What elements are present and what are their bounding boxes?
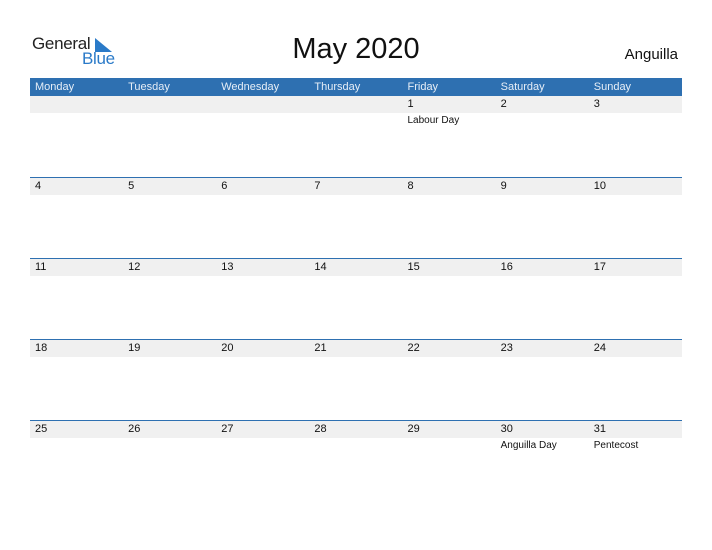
day-number: 3 xyxy=(593,98,600,110)
day-number: 14 xyxy=(314,261,327,273)
day-cell: 27 xyxy=(216,420,309,501)
holiday-label: Pentecost xyxy=(593,440,639,451)
week-cells: 4 5 6 7 8 9 10 xyxy=(30,177,682,258)
weekday-friday: Friday xyxy=(407,81,439,93)
day-cell: 10 xyxy=(589,177,682,258)
country-label: Anguilla xyxy=(624,46,678,63)
day-cell: 8 xyxy=(403,177,496,258)
week-cells: 11 12 13 14 15 16 17 xyxy=(30,258,682,339)
day-cell: 1 Labour Day xyxy=(403,96,496,177)
day-number: 9 xyxy=(500,180,507,192)
day-number: 17 xyxy=(593,261,606,273)
week-row: 11 12 13 14 15 16 17 xyxy=(30,258,682,339)
day-cell: 17 xyxy=(589,258,682,339)
day-number: 20 xyxy=(221,342,234,354)
day-number: 30 xyxy=(500,423,513,435)
day-cell: 22 xyxy=(403,339,496,420)
day-cell: 24 xyxy=(589,339,682,420)
day-cell: 7 xyxy=(309,177,402,258)
day-cell: 26 xyxy=(123,420,216,501)
weekday-sunday: Sunday xyxy=(593,81,632,93)
day-number: 24 xyxy=(593,342,606,354)
day-number: 13 xyxy=(221,261,234,273)
day-number: 2 xyxy=(500,98,507,110)
day-cell: 2 xyxy=(496,96,589,177)
day-number: 18 xyxy=(35,342,48,354)
day-number: 15 xyxy=(407,261,420,273)
day-number: 29 xyxy=(407,423,420,435)
day-cell: 14 xyxy=(309,258,402,339)
weekday-header: Monday Tuesday Wednesday Thursday Friday… xyxy=(30,78,682,96)
day-number: 12 xyxy=(128,261,141,273)
day-cell: 18 xyxy=(30,339,123,420)
day-cell: 29 xyxy=(403,420,496,501)
day-number: 11 xyxy=(35,261,47,273)
day-cell: 4 xyxy=(30,177,123,258)
week-row: 18 19 20 21 22 23 24 xyxy=(30,339,682,420)
holiday-label: Anguilla Day xyxy=(500,440,557,451)
day-cell xyxy=(123,96,216,177)
weekday-tuesday: Tuesday xyxy=(128,81,170,93)
day-cell: 11 xyxy=(30,258,123,339)
day-cell: 12 xyxy=(123,258,216,339)
day-cell: 20 xyxy=(216,339,309,420)
day-number: 28 xyxy=(314,423,327,435)
day-number: 27 xyxy=(221,423,234,435)
week-row: 4 5 6 7 8 9 10 xyxy=(30,177,682,258)
day-cell: 19 xyxy=(123,339,216,420)
day-number: 26 xyxy=(128,423,141,435)
day-number: 31 xyxy=(593,423,606,435)
weekday-saturday: Saturday xyxy=(500,81,545,93)
day-cell xyxy=(216,96,309,177)
holiday-label: Labour Day xyxy=(407,115,460,126)
week-row: 25 26 27 28 29 30 Anguilla Day 31 Pentecost xyxy=(30,420,682,501)
weekday-thursday: Thursday xyxy=(314,81,361,93)
day-cell: 13 xyxy=(216,258,309,339)
day-number: 5 xyxy=(128,180,135,192)
day-cell: 25 xyxy=(30,420,123,501)
day-number: 10 xyxy=(593,180,606,192)
week-cells: 1 Labour Day 2 3 xyxy=(30,96,682,177)
page-title: May 2020 xyxy=(292,33,420,65)
day-cell xyxy=(30,96,123,177)
day-number: 1 xyxy=(407,98,414,110)
weekday-monday: Monday xyxy=(35,81,75,93)
day-number: 23 xyxy=(500,342,513,354)
day-cell: 15 xyxy=(403,258,496,339)
weekday-wednesday: Wednesday xyxy=(221,81,280,93)
day-number: 6 xyxy=(221,180,228,192)
day-cell: 31 Pentecost xyxy=(589,420,682,501)
day-cell xyxy=(309,96,402,177)
day-cell: 9 xyxy=(496,177,589,258)
day-number: 21 xyxy=(314,342,327,354)
week-cells: 18 19 20 21 22 23 24 xyxy=(30,339,682,420)
day-cell: 28 xyxy=(309,420,402,501)
week-row: 1 Labour Day 2 3 xyxy=(30,96,682,177)
day-number: 19 xyxy=(128,342,141,354)
day-cell: 5 xyxy=(123,177,216,258)
day-number: 22 xyxy=(407,342,420,354)
day-cell: 30 Anguilla Day xyxy=(496,420,589,501)
day-number: 4 xyxy=(35,180,42,192)
week-cells: 25 26 27 28 29 30 Anguilla Day 31 Pentecost xyxy=(30,420,682,501)
day-number: 8 xyxy=(407,180,414,192)
day-number: 16 xyxy=(500,261,513,273)
day-cell: 6 xyxy=(216,177,309,258)
day-cell: 16 xyxy=(496,258,589,339)
day-cell: 3 xyxy=(589,96,682,177)
day-cell: 23 xyxy=(496,339,589,420)
day-number: 7 xyxy=(314,180,321,192)
day-number: 25 xyxy=(35,423,48,435)
day-cell: 21 xyxy=(309,339,402,420)
